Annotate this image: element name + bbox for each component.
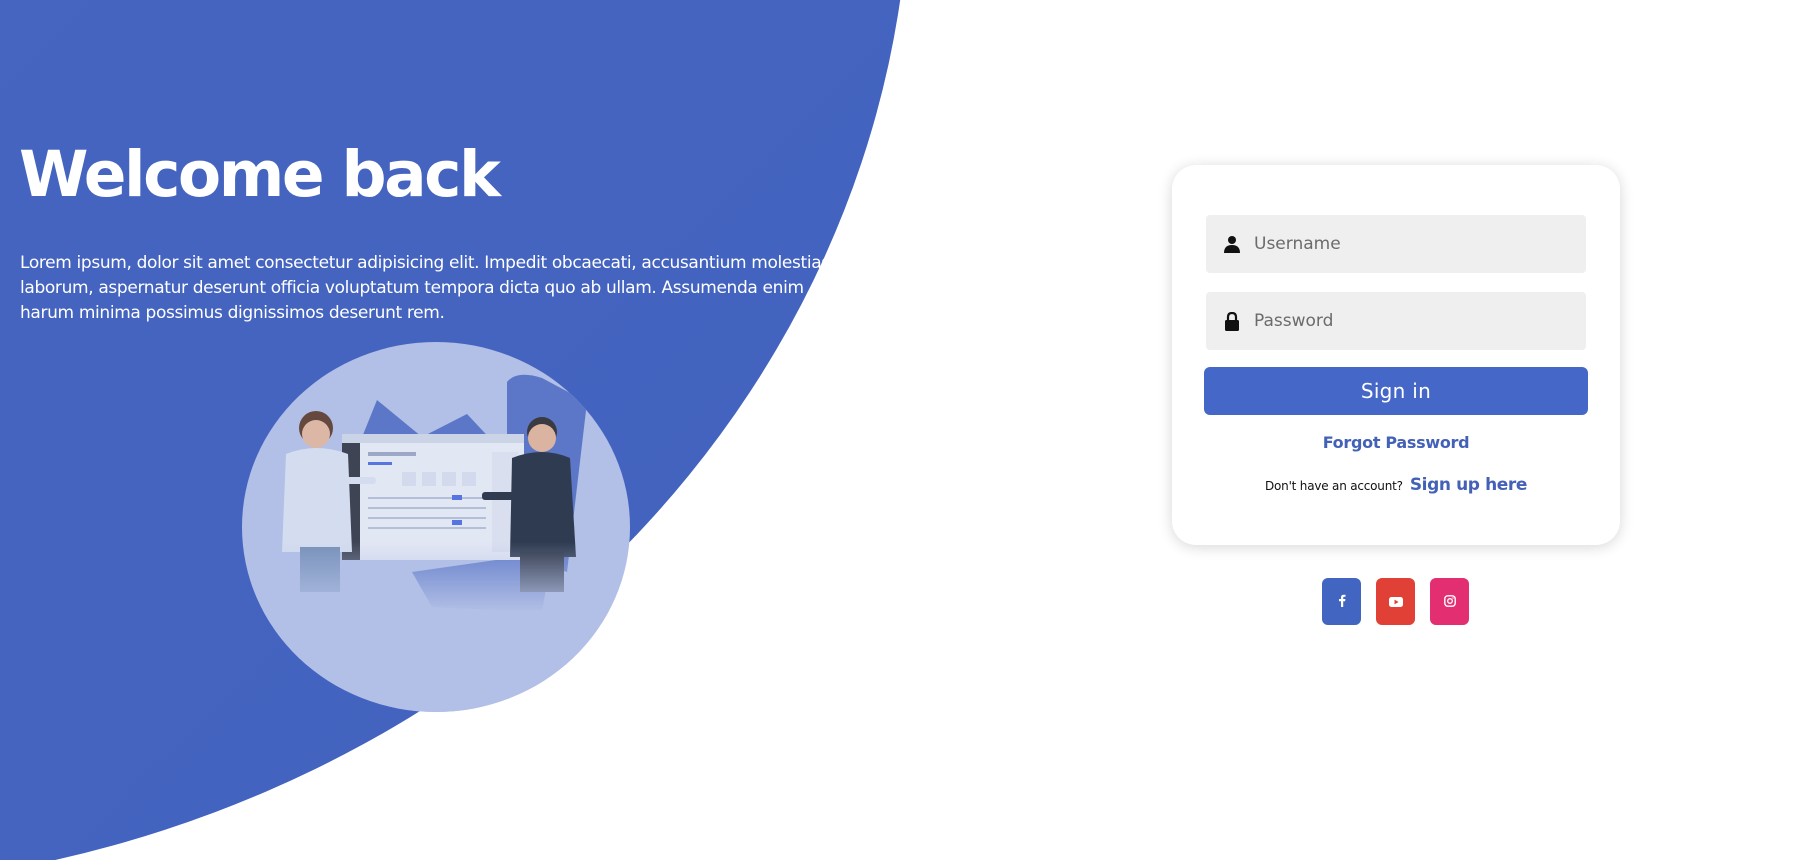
password-field: [1206, 292, 1586, 350]
lock-icon: [1222, 311, 1242, 331]
login-page: Welcome back Lorem ipsum, dolor sit amet…: [0, 0, 1794, 860]
username-input[interactable]: [1254, 215, 1586, 273]
instagram-icon: [1443, 592, 1456, 611]
hero-description: Lorem ipsum, dolor sit amet consectetur …: [20, 253, 835, 323]
password-input[interactable]: [1254, 292, 1586, 350]
forgot-password-link[interactable]: Forgot Password: [1172, 433, 1620, 452]
hero-title: Welcome back: [19, 138, 501, 211]
login-card: Sign in Forgot Password Don't have an ac…: [1172, 165, 1620, 545]
user-icon: [1222, 234, 1242, 254]
youtube-button[interactable]: [1376, 578, 1415, 625]
instagram-button[interactable]: [1430, 578, 1469, 625]
signup-prompt: Don't have an account? Sign up here: [1172, 475, 1620, 495]
sign-in-button[interactable]: Sign in: [1204, 367, 1588, 415]
hero-illustration: [242, 342, 630, 712]
facebook-icon: [1338, 592, 1346, 611]
no-account-text: Don't have an account?: [1264, 479, 1403, 493]
facebook-button[interactable]: [1322, 578, 1361, 625]
sign-up-link[interactable]: Sign up here: [1410, 475, 1528, 495]
username-field: [1206, 215, 1586, 273]
youtube-icon: [1388, 592, 1403, 611]
